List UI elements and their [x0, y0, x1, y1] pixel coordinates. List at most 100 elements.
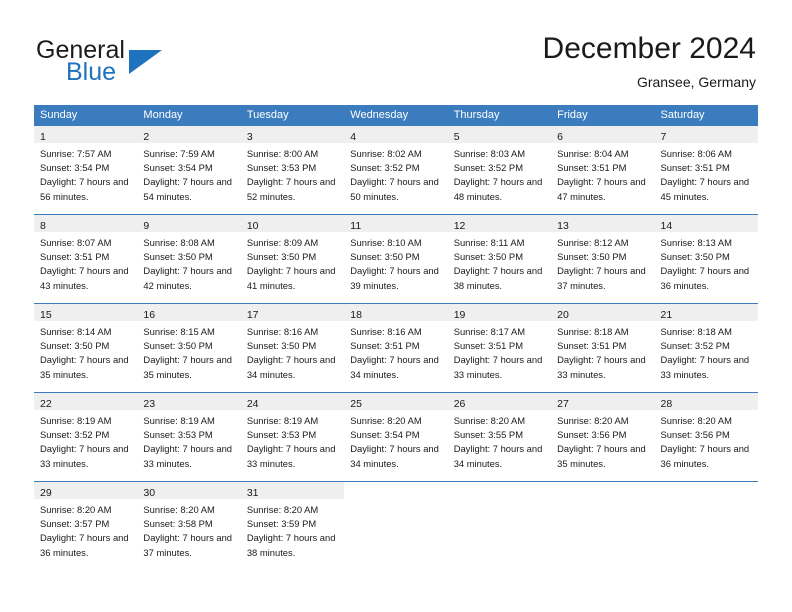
calendar-cell-day[interactable]: 4 Sunrise: 8:02 AM Sunset: 3:52 PM Daylight…: [344, 125, 448, 214]
sunset-text: Sunset: 3:51 PM: [660, 162, 730, 174]
calendar-page: General Blue December 2024 Gransee, Germ…: [0, 0, 792, 612]
calendar-table: Sunday Monday Tuesday Wednesday Thursday…: [34, 105, 758, 570]
day-cell: 25 Sunrise: 8:20 AM Sunset: 3:54 PM Dayligh…: [344, 392, 448, 481]
day-cell: 20 Sunrise: 8:18 AM Sunset: 3:51 PM Dayligh…: [551, 303, 655, 392]
day-number: 2: [143, 131, 150, 143]
day-sun-info: Sunrise: 8:06 AM Sunset: 3:51 PM Daylight:…: [655, 143, 758, 204]
calendar-cell-day[interactable]: 27 Sunrise: 8:20 AM Sunset: 3:56 PM Dayligh…: [551, 392, 655, 481]
calendar-cell-day[interactable]: 14 Sunrise: 8:13 AM Sunset: 3:50 PM Dayligh…: [654, 214, 758, 303]
day-cell: 2 Sunrise: 7:59 AM Sunset: 3:54 PM Daylight…: [137, 125, 241, 214]
calendar-cell-day[interactable]: 22 Sunrise: 8:19 AM Sunset: 3:52 PM Dayligh…: [34, 392, 138, 481]
calendar-week-row: 8 Sunrise: 8:07 AM Sunset: 3:51 PM Daylight…: [34, 214, 758, 303]
calendar-cell-day[interactable]: 9 Sunrise: 8:08 AM Sunset: 3:50 PM Daylight…: [137, 214, 241, 303]
day-number: 21: [660, 309, 673, 321]
weekday-header-thursday: Thursday: [447, 105, 552, 125]
sunrise-text: Sunrise: 8:16 AM: [350, 326, 422, 337]
sunset-text: Sunset: 3:50 PM: [350, 251, 420, 263]
day-number: 8: [40, 220, 46, 232]
calendar-cell-day[interactable]: 18 Sunrise: 8:16 AM Sunset: 3:51 PM Dayligh…: [344, 303, 448, 392]
daylight-text: Daylight: 7 hours and 56 minutes.: [40, 176, 129, 202]
day-sun-info: Sunrise: 8:20 AM Sunset: 3:57 PM Daylight:…: [34, 499, 137, 560]
sunrise-text: Sunrise: 8:16 AM: [246, 326, 319, 337]
sunrise-text: Sunrise: 8:20 AM: [143, 504, 215, 515]
page-title: December 2024: [542, 32, 756, 65]
sunset-text: Sunset: 3:52 PM: [453, 162, 523, 174]
calendar-cell-day[interactable]: 16 Sunrise: 8:15 AM Sunset: 3:50 PM Dayligh…: [137, 303, 241, 392]
day-number: 26: [453, 398, 466, 410]
calendar-cell-empty: [447, 481, 552, 570]
day-number-band: 17: [240, 304, 345, 321]
sunrise-text: Sunrise: 7:59 AM: [143, 148, 215, 159]
day-number: 1: [40, 131, 46, 143]
calendar-cell-day[interactable]: 17 Sunrise: 8:16 AM Sunset: 3:50 PM Dayligh…: [240, 303, 345, 392]
calendar-cell-day[interactable]: 10 Sunrise: 8:09 AM Sunset: 3:50 PM Dayligh…: [240, 214, 345, 303]
day-sun-info: Sunrise: 8:00 AM Sunset: 3:53 PM Daylight:…: [241, 143, 344, 204]
day-number-band: 5: [447, 126, 552, 143]
calendar-cell-day[interactable]: 6 Sunrise: 8:04 AM Sunset: 3:51 PM Daylight…: [551, 125, 655, 214]
sunset-text: Sunset: 3:56 PM: [557, 429, 627, 441]
calendar-cell-day[interactable]: 26 Sunrise: 8:20 AM Sunset: 3:55 PM Dayligh…: [447, 392, 552, 481]
calendar-cell-day[interactable]: 2 Sunrise: 7:59 AM Sunset: 3:54 PM Daylight…: [137, 125, 241, 214]
day-number-band: [344, 482, 447, 499]
day-number: 23: [143, 398, 156, 410]
day-sun-info: Sunrise: 7:57 AM Sunset: 3:54 PM Daylight:…: [34, 143, 137, 204]
calendar-cell-day[interactable]: 30 Sunrise: 8:20 AM Sunset: 3:58 PM Dayligh…: [137, 481, 241, 570]
calendar-cell-day[interactable]: 19 Sunrise: 8:17 AM Sunset: 3:51 PM Dayligh…: [447, 303, 552, 392]
sunset-text: Sunset: 3:54 PM: [143, 162, 213, 174]
day-sun-info: Sunrise: 8:17 AM Sunset: 3:51 PM Daylight:…: [448, 321, 551, 382]
daylight-text: Daylight: 7 hours and 43 minutes.: [40, 265, 129, 291]
day-number-band: 14: [654, 215, 758, 232]
day-number-band: 6: [551, 126, 655, 143]
day-number: 11: [350, 220, 362, 232]
day-cell: 11 Sunrise: 8:10 AM Sunset: 3:50 PM Dayligh…: [344, 214, 448, 303]
day-number-band: 20: [551, 304, 655, 321]
general-blue-logo[interactable]: General Blue: [36, 36, 246, 92]
calendar-cell-day[interactable]: 3 Sunrise: 8:00 AM Sunset: 3:53 PM Daylight…: [240, 125, 345, 214]
day-cell: 23 Sunrise: 8:19 AM Sunset: 3:53 PM Dayligh…: [137, 392, 241, 481]
day-sun-info: Sunrise: 8:03 AM Sunset: 3:52 PM Daylight:…: [448, 143, 551, 204]
page-subtitle: Gransee, Germany: [636, 74, 756, 90]
sunset-text: Sunset: 3:53 PM: [143, 429, 213, 441]
sunrise-text: Sunrise: 8:14 AM: [40, 326, 112, 337]
weekday-header-wednesday: Wednesday: [344, 105, 448, 125]
day-number-band: 28: [654, 393, 758, 410]
calendar-cell-day[interactable]: 31 Sunrise: 8:20 AM Sunset: 3:59 PM Dayligh…: [240, 481, 345, 570]
sunset-text: Sunset: 3:51 PM: [40, 251, 110, 263]
day-cell: 8 Sunrise: 8:07 AM Sunset: 3:51 PM Daylight…: [34, 214, 138, 303]
calendar-cell-day[interactable]: 20 Sunrise: 8:18 AM Sunset: 3:51 PM Dayligh…: [551, 303, 655, 392]
calendar-cell-day[interactable]: 7 Sunrise: 8:06 AM Sunset: 3:51 PM Daylight…: [654, 125, 758, 214]
day-number-band: 1: [34, 126, 138, 143]
calendar-cell-day[interactable]: 13 Sunrise: 8:12 AM Sunset: 3:50 PM Dayligh…: [551, 214, 655, 303]
sunrise-text: Sunrise: 8:20 AM: [453, 415, 526, 426]
day-sun-info: Sunrise: 8:18 AM Sunset: 3:51 PM Daylight:…: [551, 321, 654, 382]
sunrise-text: Sunrise: 8:09 AM: [246, 237, 319, 248]
calendar-cell-day[interactable]: 21 Sunrise: 8:18 AM Sunset: 3:52 PM Dayligh…: [654, 303, 758, 392]
weekday-header-tuesday: Tuesday: [240, 105, 345, 125]
day-sun-info: Sunrise: 8:20 AM Sunset: 3:58 PM Daylight:…: [137, 499, 240, 560]
calendar-cell-day[interactable]: 28 Sunrise: 8:20 AM Sunset: 3:56 PM Dayligh…: [654, 392, 758, 481]
calendar-cell-day[interactable]: 23 Sunrise: 8:19 AM Sunset: 3:53 PM Dayligh…: [137, 392, 241, 481]
day-number-band: 24: [240, 393, 345, 410]
calendar-cell-day[interactable]: 8 Sunrise: 8:07 AM Sunset: 3:51 PM Daylight…: [34, 214, 138, 303]
day-cell: 24 Sunrise: 8:19 AM Sunset: 3:53 PM Dayligh…: [240, 392, 345, 481]
calendar-cell-day[interactable]: 11 Sunrise: 8:10 AM Sunset: 3:50 PM Dayligh…: [344, 214, 448, 303]
calendar-cell-day[interactable]: 24 Sunrise: 8:19 AM Sunset: 3:53 PM Dayligh…: [240, 392, 345, 481]
daylight-text: Daylight: 7 hours and 37 minutes.: [143, 532, 233, 558]
daylight-text: Daylight: 7 hours and 35 minutes.: [40, 354, 129, 380]
calendar-cell-day[interactable]: 5 Sunrise: 8:03 AM Sunset: 3:52 PM Daylight…: [447, 125, 552, 214]
day-number-band: 22: [34, 393, 138, 410]
calendar-cell-day[interactable]: 25 Sunrise: 8:20 AM Sunset: 3:54 PM Dayligh…: [344, 392, 448, 481]
calendar-cell-day[interactable]: 29 Sunrise: 8:20 AM Sunset: 3:57 PM Dayligh…: [34, 481, 138, 570]
title-block: December 2024 Gransee, Germany: [543, 30, 756, 92]
calendar-cell-day[interactable]: 15 Sunrise: 8:14 AM Sunset: 3:50 PM Dayligh…: [34, 303, 138, 392]
day-number: 5: [453, 131, 460, 143]
calendar-cell-day[interactable]: 12 Sunrise: 8:11 AM Sunset: 3:50 PM Dayligh…: [447, 214, 552, 303]
sunrise-text: Sunrise: 8:19 AM: [246, 415, 319, 426]
sunrise-text: Sunrise: 8:12 AM: [557, 237, 629, 248]
sunset-text: Sunset: 3:55 PM: [453, 429, 523, 441]
sunset-text: Sunset: 3:50 PM: [246, 340, 317, 352]
day-number-band: 9: [137, 215, 241, 232]
day-cell: 14 Sunrise: 8:13 AM Sunset: 3:50 PM Dayligh…: [654, 214, 758, 303]
calendar-cell-day[interactable]: 1 Sunrise: 7:57 AM Sunset: 3:54 PM Daylight…: [34, 125, 138, 214]
sunset-text: Sunset: 3:51 PM: [453, 340, 523, 352]
